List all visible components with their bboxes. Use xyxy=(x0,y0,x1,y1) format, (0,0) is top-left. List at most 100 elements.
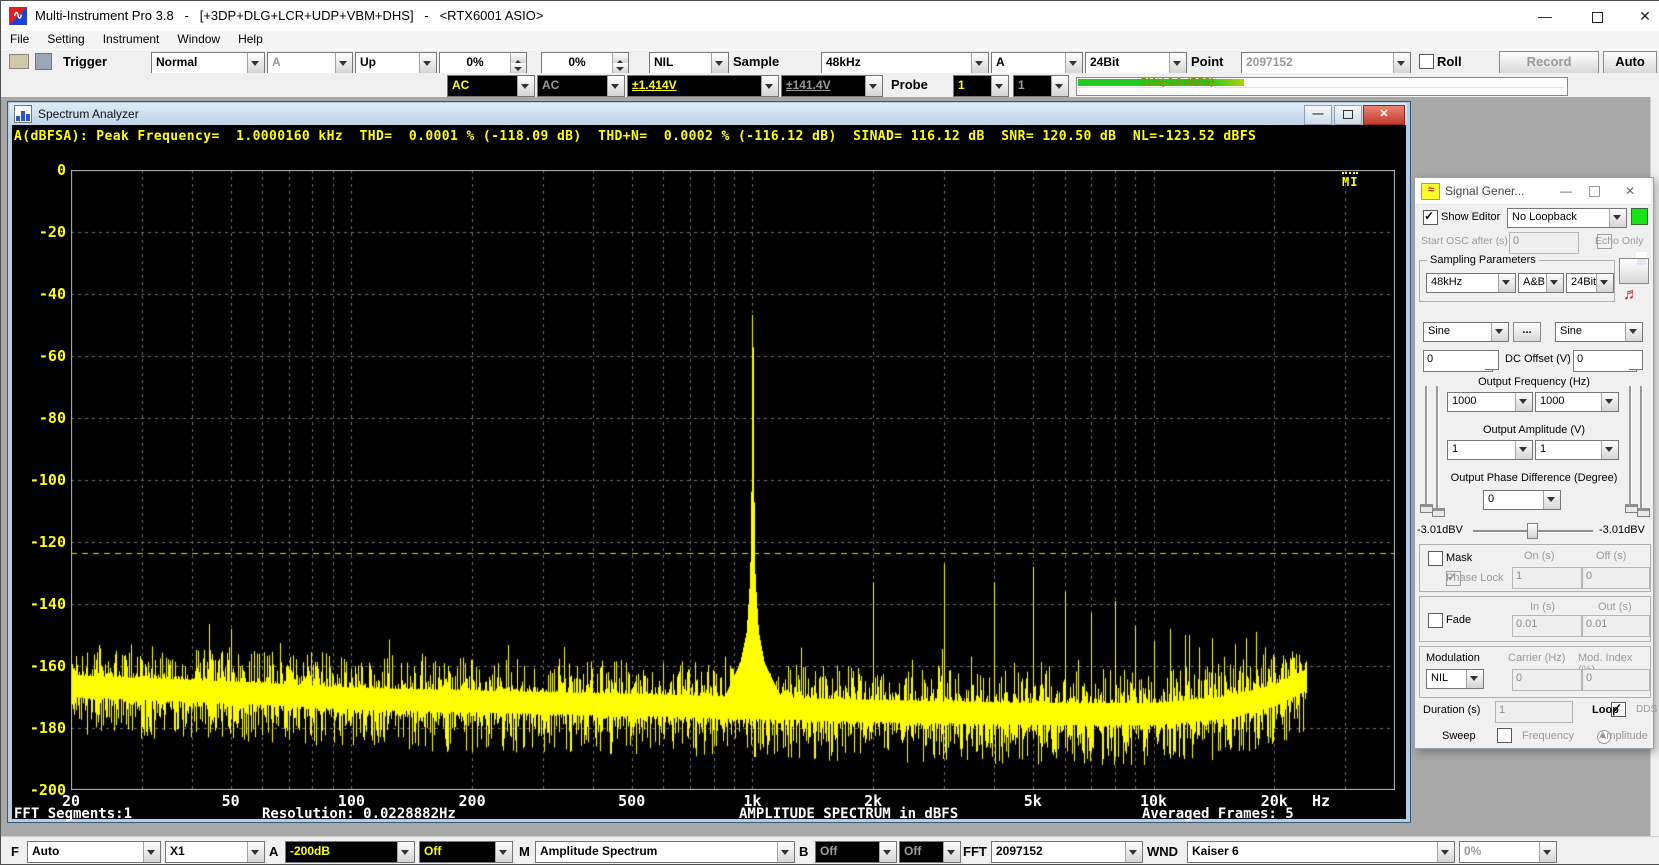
amplitude-slider-a-track[interactable] xyxy=(1425,386,1428,508)
trigger-label: Trigger xyxy=(63,54,107,69)
menu-file[interactable]: File xyxy=(1,31,38,47)
menu-setting[interactable]: Setting xyxy=(38,31,93,47)
sg-minimize-button[interactable]: — xyxy=(1555,183,1577,199)
chevron-down-icon xyxy=(495,842,512,862)
chevron-down-icon xyxy=(1546,274,1563,292)
sg-save-button[interactable] xyxy=(1619,258,1649,284)
trigger-mode-select[interactable]: Normal xyxy=(151,52,265,74)
sampling-rate-select[interactable]: 48kHz xyxy=(821,52,989,74)
x-axis-select[interactable]: Auto xyxy=(27,841,161,863)
dc-offset-a-input[interactable]: 0 xyxy=(1423,350,1493,372)
dc-b-spinner[interactable] xyxy=(1629,350,1643,370)
sa-minimize-button[interactable]: — xyxy=(1304,105,1332,125)
mask-label: Mask xyxy=(1446,552,1472,564)
spectrum-plot[interactable] xyxy=(71,170,1395,790)
sg-close-button[interactable]: ✕ xyxy=(1619,183,1641,199)
menu-instrument[interactable]: Instrument xyxy=(94,31,169,47)
output-frequency-label: Output Frequency (Hz) xyxy=(1415,376,1653,388)
app-maximize-button[interactable] xyxy=(1577,1,1617,31)
app-close-button[interactable]: ✕ xyxy=(1625,1,1659,31)
probe-a-select[interactable]: 1 xyxy=(953,75,1009,97)
frequency-a-select[interactable]: 1000 xyxy=(1447,392,1533,412)
app-minimize-button[interactable]: — xyxy=(1525,1,1565,31)
trigger-source-select[interactable]: A xyxy=(267,52,353,74)
x-tick-label: 2k xyxy=(864,792,882,810)
sampling-bits-select[interactable]: 24Bit xyxy=(1085,52,1187,74)
fade-label: Fade xyxy=(1446,614,1471,626)
slider-handle-b2[interactable] xyxy=(1637,508,1650,517)
waveform-a-select[interactable]: Sine xyxy=(1423,322,1509,342)
amplitude-slider-b2-track[interactable] xyxy=(1640,386,1643,508)
save-icon[interactable] xyxy=(35,53,52,70)
sg-channels-select[interactable]: A&B xyxy=(1518,273,1564,293)
menu-help[interactable]: Help xyxy=(229,31,272,47)
dc-offset-b-input[interactable]: 0 xyxy=(1573,350,1637,372)
balance-slider-handle[interactable] xyxy=(1527,523,1538,539)
trigger-delay-spinner[interactable]: 0% xyxy=(541,52,629,74)
sampling-channel-select[interactable]: A xyxy=(991,52,1083,74)
measurement-readout: A(dBFSA): Peak Frequency= 1.0000160 kHz … xyxy=(14,129,1256,144)
amplitude-a-select[interactable]: 1 xyxy=(1447,440,1533,460)
roll-checkbox[interactable] xyxy=(1419,54,1434,69)
spectrum-analyzer-title-bar[interactable]: Spectrum Analyzer xyxy=(9,103,1407,125)
loopback-select[interactable]: No Loopback xyxy=(1507,208,1627,228)
chevron-down-icon xyxy=(1609,209,1626,227)
chevron-down-icon xyxy=(1437,842,1454,862)
waveform-b-select[interactable]: Sine xyxy=(1555,322,1643,342)
frequency-b-select[interactable]: 1000 xyxy=(1535,392,1619,412)
duration-label: Duration (s) xyxy=(1423,704,1480,716)
coupling-a-select[interactable]: AC xyxy=(447,75,535,97)
dc-a-spinner[interactable] xyxy=(1485,350,1499,370)
show-editor-checkbox[interactable] xyxy=(1423,210,1438,225)
range-a-select[interactable]: ±1.414V xyxy=(627,75,779,97)
sg-bits-select[interactable]: 24Bit xyxy=(1566,273,1614,293)
fft-window-select[interactable]: Kaiser 6 xyxy=(1187,841,1455,863)
range-b-select: ±141.4V xyxy=(781,75,883,97)
y-range-select[interactable]: -200dB xyxy=(285,841,415,863)
auto-button[interactable]: Auto xyxy=(1603,51,1657,74)
app-icon: ∿ xyxy=(9,7,27,25)
sg-maximize-button[interactable] xyxy=(1583,183,1605,199)
output-on-button[interactable] xyxy=(1631,208,1648,225)
chevron-down-icon xyxy=(1596,274,1613,292)
chevron-down-icon xyxy=(517,76,534,96)
sampling-parameters-group: Sampling Parameters 48kHz A&B 24Bit xyxy=(1419,260,1615,302)
wave-more-button[interactable]: ... xyxy=(1513,322,1541,342)
zoom-select[interactable]: X1 xyxy=(165,841,265,863)
trigger-level-spinner[interactable]: 0% xyxy=(439,52,527,74)
mask-checkbox[interactable] xyxy=(1428,551,1443,566)
menu-window[interactable]: Window xyxy=(168,31,229,47)
display-mode-select[interactable]: Amplitude Spectrum xyxy=(535,841,795,863)
fft-size-select[interactable]: 2097152 xyxy=(991,841,1143,863)
signal-generator-window: ≈ Signal Gener... — ✕ Show Editor No Loo… xyxy=(1414,177,1654,749)
sa-maximize-button[interactable] xyxy=(1334,105,1362,125)
y-ref-select[interactable]: Off xyxy=(419,841,513,863)
note-library-icon[interactable]: ♬ xyxy=(1623,286,1639,304)
trigger-edge-select[interactable]: Up xyxy=(355,52,437,74)
mi-logo: MI xyxy=(1342,172,1358,189)
slider-handle-a2[interactable] xyxy=(1432,508,1445,517)
spinner-arrows-icon[interactable] xyxy=(612,53,628,73)
open-icon[interactable] xyxy=(9,54,29,69)
phase-select[interactable]: 0 xyxy=(1483,490,1561,510)
chevron-down-icon xyxy=(711,53,728,73)
x-tick-label: 20k xyxy=(1261,792,1288,810)
sa-close-button[interactable]: ✕ xyxy=(1363,105,1405,125)
amplitude-slider-b-track[interactable] xyxy=(1629,386,1632,508)
chevron-down-icon xyxy=(971,53,988,73)
menu-bar: FileSettingInstrumentWindowHelp xyxy=(1,31,1659,50)
y-tick-label: -140 xyxy=(12,595,66,613)
amplitude-slider-a2-track[interactable] xyxy=(1436,386,1439,508)
m-label: M xyxy=(519,844,530,859)
record-button[interactable]: Record xyxy=(1499,51,1599,74)
modulation-select[interactable]: NIL xyxy=(1426,669,1484,689)
fade-checkbox[interactable] xyxy=(1428,613,1443,628)
record-length-select: 2097152 xyxy=(1241,52,1411,74)
carrier-input: 0 xyxy=(1512,669,1582,691)
sg-rate-select[interactable]: 48kHz xyxy=(1426,273,1516,293)
trigger-hpf-select[interactable]: NIL xyxy=(649,52,729,74)
sweep-checkbox[interactable] xyxy=(1497,728,1512,743)
spinner-arrows-icon[interactable] xyxy=(510,53,526,73)
chevron-down-icon xyxy=(1393,53,1410,73)
amplitude-b-select[interactable]: 1 xyxy=(1535,440,1619,460)
